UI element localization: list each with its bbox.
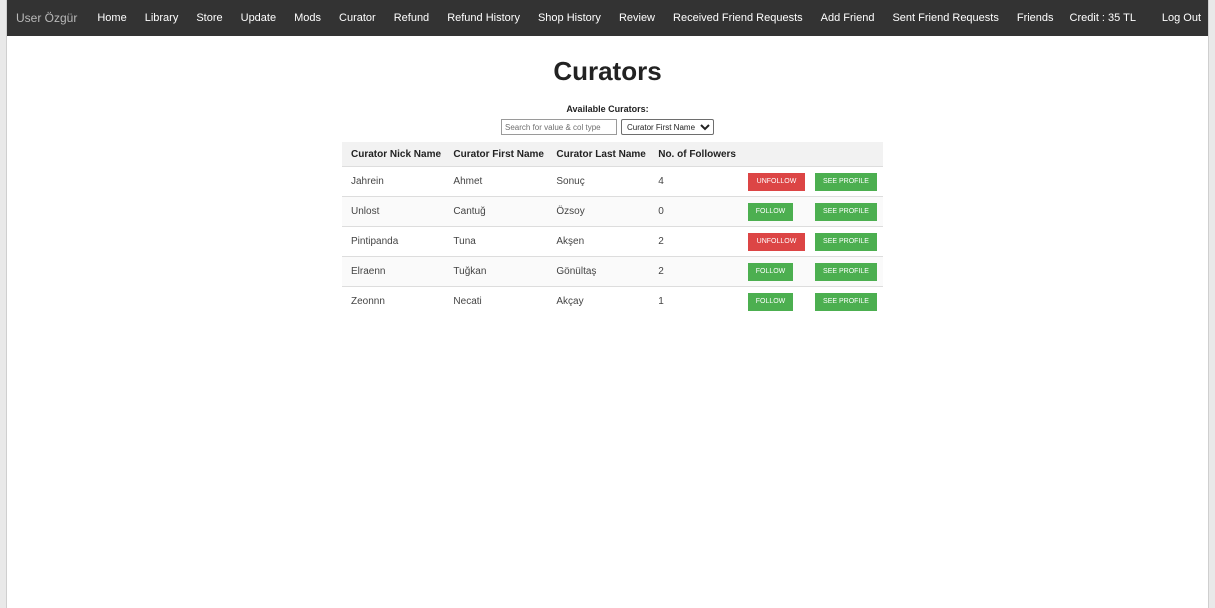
see-profile-button[interactable]: SEE PROFILE	[815, 292, 877, 311]
nav-home[interactable]: Home	[97, 0, 126, 36]
cell-first-name: Tuğkan	[444, 256, 548, 287]
cell-profile: SEE PROFILE	[806, 226, 883, 257]
follow-button[interactable]: FOLLOW	[748, 292, 793, 311]
cell-action: FOLLOW	[739, 196, 806, 227]
nav-review[interactable]: Review	[619, 0, 655, 36]
cell-first-name: Cantuğ	[444, 196, 548, 227]
cell-profile: SEE PROFILE	[806, 196, 883, 227]
search-input[interactable]	[501, 119, 617, 135]
cell-last-name: Gönültaş	[547, 256, 650, 287]
cell-last-name: Özsoy	[547, 196, 650, 227]
cell-followers: 0	[649, 196, 739, 227]
cell-action: FOLLOW	[739, 286, 806, 316]
cell-first-name: Tuna	[444, 226, 548, 257]
cell-first-name: Necati	[444, 286, 548, 316]
nav-links: User Özgür Home Library Store Update Mod…	[16, 0, 1136, 36]
table-row: Unlost Cantuğ Özsoy 0 FOLLOW SEE PROFILE	[342, 196, 883, 227]
cell-action: UNFOLLOW	[739, 226, 806, 257]
nav-store[interactable]: Store	[196, 0, 222, 36]
header-nick-name: Curator Nick Name	[342, 142, 445, 167]
cell-profile: SEE PROFILE	[806, 286, 883, 316]
cell-nick-name: Zeonnn	[342, 286, 445, 316]
nav-user-name: User Özgür	[16, 11, 78, 25]
cell-last-name: Akçay	[547, 286, 650, 316]
table-row: Zeonnn Necati Akçay 1 FOLLOW SEE PROFILE	[342, 286, 883, 316]
cell-nick-name: Unlost	[342, 196, 445, 227]
nav-sent-friend-requests[interactable]: Sent Friend Requests	[892, 0, 998, 36]
cell-first-name: Ahmet	[444, 166, 548, 197]
table-row: Pintipanda Tuna Akşen 2 UNFOLLOW SEE PRO…	[342, 226, 883, 257]
nav-credit: Credit : 35 TL	[1069, 12, 1136, 24]
cell-nick-name: Jahrein	[342, 166, 445, 197]
nav-update[interactable]: Update	[241, 0, 276, 36]
nav-shop-history[interactable]: Shop History	[538, 0, 601, 36]
nav-library[interactable]: Library	[145, 0, 179, 36]
page-title: Curators	[553, 56, 662, 86]
table-header-row: Curator Nick Name Curator First Name Cur…	[342, 142, 883, 167]
nav-received-friend-requests[interactable]: Received Friend Requests	[673, 0, 803, 36]
unfollow-button[interactable]: UNFOLLOW	[748, 172, 805, 191]
nav-add-friend[interactable]: Add Friend	[821, 0, 875, 36]
cell-last-name: Akşen	[547, 226, 650, 257]
cell-followers: 2	[649, 226, 739, 257]
cell-followers: 4	[649, 166, 739, 197]
nav-friends[interactable]: Friends	[1017, 0, 1054, 36]
top-navbar: User Özgür Home Library Store Update Mod…	[7, 0, 1208, 36]
follow-button[interactable]: FOLLOW	[748, 202, 793, 221]
nav-logout[interactable]: Log Out	[1162, 0, 1201, 36]
follow-button[interactable]: FOLLOW	[748, 262, 793, 281]
available-curators-label: Available Curators:	[566, 104, 649, 114]
nav-refund-history[interactable]: Refund History	[447, 0, 520, 36]
nav-refund[interactable]: Refund	[394, 0, 429, 36]
see-profile-button[interactable]: SEE PROFILE	[815, 202, 877, 221]
cell-action: UNFOLLOW	[739, 166, 806, 197]
see-profile-button[interactable]: SEE PROFILE	[815, 172, 877, 191]
cell-profile: SEE PROFILE	[806, 256, 883, 287]
cell-last-name: Sonuç	[547, 166, 650, 197]
header-followers: No. of Followers	[649, 142, 739, 167]
column-type-select[interactable]: Curator First Name	[621, 119, 714, 135]
unfollow-button[interactable]: UNFOLLOW	[748, 232, 805, 251]
header-action	[739, 142, 806, 167]
table-row: Elraenn Tuğkan Gönültaş 2 FOLLOW SEE PRO…	[342, 256, 883, 287]
nav-mods[interactable]: Mods	[294, 0, 321, 36]
curators-table: Curator Nick Name Curator First Name Cur…	[342, 142, 883, 316]
cell-nick-name: Pintipanda	[342, 226, 445, 257]
cell-profile: SEE PROFILE	[806, 166, 883, 197]
search-row: Curator First Name	[7, 119, 1208, 135]
see-profile-button[interactable]: SEE PROFILE	[815, 262, 877, 281]
header-profile	[806, 142, 883, 167]
cell-followers: 1	[649, 286, 739, 316]
table-row: Jahrein Ahmet Sonuç 4 UNFOLLOW SEE PROFI…	[342, 166, 883, 197]
header-first-name: Curator First Name	[444, 142, 548, 167]
app-window: User Özgür Home Library Store Update Mod…	[6, 0, 1209, 608]
header-last-name: Curator Last Name	[547, 142, 650, 167]
main-content: Curators Available Curators: Curator Fir…	[7, 36, 1208, 608]
cell-followers: 2	[649, 256, 739, 287]
cell-nick-name: Elraenn	[342, 256, 445, 287]
nav-curator[interactable]: Curator	[339, 0, 376, 36]
cell-action: FOLLOW	[739, 256, 806, 287]
see-profile-button[interactable]: SEE PROFILE	[815, 232, 877, 251]
